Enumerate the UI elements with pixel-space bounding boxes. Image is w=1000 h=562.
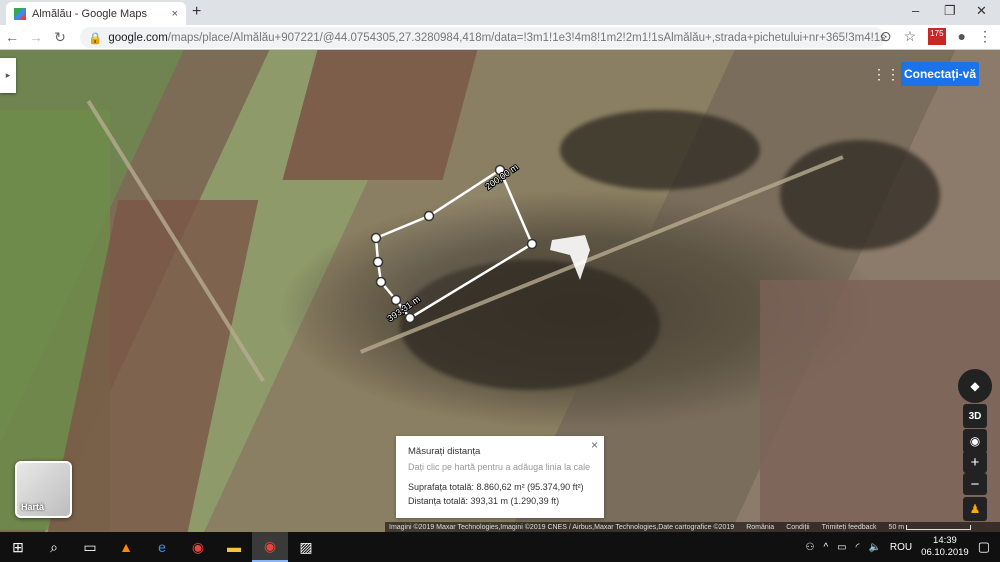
menu-icon[interactable]: ⋮ xyxy=(978,28,992,45)
new-tab-button[interactable]: + xyxy=(192,3,201,21)
bookmark-star-icon[interactable]: ☆ xyxy=(904,28,917,45)
people-icon[interactable]: ⚇ xyxy=(805,542,814,553)
location-icon[interactable]: ⊙ xyxy=(880,28,892,45)
close-icon[interactable]: × xyxy=(591,438,598,452)
lock-icon: 🔒 xyxy=(88,32,103,45)
measure-title: Măsurați distanța xyxy=(408,446,481,457)
extension-calendar-icon[interactable]: 175 xyxy=(928,28,946,45)
scale-bar xyxy=(906,524,972,530)
measure-path xyxy=(374,168,534,320)
measure-vertex[interactable] xyxy=(423,210,435,222)
windows-taskbar: ⊞ ⌕ ▭ ▲ e ◉ ▬ ◉ ▨ ⚇ ^ ▭ ◜ 🔈 ROU 14:39 06.… xyxy=(0,532,1000,562)
clock[interactable]: 14:39 06.10.2019 xyxy=(921,535,969,559)
url-bar[interactable]: 🔒 google.com/maps/place/Almălău+907221/@… xyxy=(80,27,885,48)
scale-label[interactable]: 50 m xyxy=(889,524,905,531)
back-icon[interactable]: ← xyxy=(0,29,24,45)
attribution-bar: Imagini ©2019 Maxar Technologies,Imagini… xyxy=(385,522,1000,532)
edge-icon[interactable]: e xyxy=(144,532,180,562)
imagery-credit: Imagini ©2019 Maxar Technologies,Imagini… xyxy=(389,523,735,531)
profile-icon[interactable]: ● xyxy=(958,28,966,45)
address-toolbar: ← → ↻ 🔒 google.com/maps/place/Almălău+90… xyxy=(0,25,1000,50)
3d-button[interactable]: 3D xyxy=(963,404,987,428)
windows-start-icon[interactable]: ⊞ xyxy=(0,532,36,562)
chrome-active-icon[interactable]: ◉ xyxy=(252,532,288,562)
measure-vertex[interactable] xyxy=(404,312,416,324)
measure-hint: Dați clic pe hartă pentru a adăuga linia… xyxy=(408,462,591,472)
measure-vertex[interactable] xyxy=(370,232,382,244)
maximize-button[interactable]: ❐ xyxy=(944,3,956,19)
measure-area: Suprafața totală: 8.860,62 m² (95.374,90… xyxy=(408,482,584,492)
forward-icon[interactable]: → xyxy=(24,29,48,45)
measure-distance-card: × Măsurați distanța Dați clic pe hartă p… xyxy=(396,436,604,518)
tray-chevron-icon[interactable]: ^ xyxy=(823,542,828,553)
tab-title: Almălău - Google Maps xyxy=(32,7,147,20)
terms-link[interactable]: Condiții xyxy=(786,524,809,531)
url-domain: google.com xyxy=(108,31,168,44)
measure-vertex[interactable] xyxy=(526,238,538,250)
task-view-icon[interactable]: ▭ xyxy=(72,532,108,562)
compass-icon[interactable]: ◆ xyxy=(958,369,992,403)
measure-vertex[interactable] xyxy=(390,294,402,306)
chrome-icon[interactable]: ◉ xyxy=(180,532,216,562)
map-type-toggle[interactable]: Hartă xyxy=(15,461,72,518)
url-path: /maps/place/Almălău+907221/@44.0754305,2… xyxy=(167,31,885,44)
tab-close-icon[interactable]: × xyxy=(172,8,178,20)
zoom-in-button[interactable]: + xyxy=(963,451,987,473)
volume-icon[interactable]: 🔈 xyxy=(868,542,880,553)
notifications-icon[interactable]: ▢ xyxy=(978,539,990,555)
measure-vertex[interactable] xyxy=(375,276,387,288)
measure-vertex[interactable] xyxy=(372,256,384,268)
search-icon[interactable]: ⌕ xyxy=(36,532,72,562)
zoom-out-button[interactable]: − xyxy=(963,473,987,495)
satellite-map[interactable]: 200,00 m 393,31 m ▸ ⋮⋮⋮ Conectați-vă ◆ 3… xyxy=(0,50,1000,532)
tab-google-maps[interactable]: Almălău - Google Maps × xyxy=(6,2,186,25)
my-location-icon[interactable]: ◉ xyxy=(963,429,987,453)
vlc-icon[interactable]: ▲ xyxy=(108,532,144,562)
minimize-button[interactable]: – xyxy=(912,3,919,18)
close-window-button[interactable]: ✕ xyxy=(976,3,987,19)
photos-icon[interactable]: ▨ xyxy=(288,532,324,562)
wifi-icon[interactable]: ◜ xyxy=(856,542,860,553)
country-link[interactable]: România xyxy=(746,524,774,531)
measure-distance: Distanța totală: 393,31 m (1.290,39 ft) xyxy=(408,496,560,506)
map-artifact xyxy=(550,235,590,280)
sign-in-button[interactable]: Conectați-vă xyxy=(901,62,979,86)
map-type-label: Hartă xyxy=(21,502,45,512)
file-explorer-icon[interactable]: ▬ xyxy=(216,532,252,562)
battery-icon[interactable]: ▭ xyxy=(837,542,846,553)
expand-sidebar-button[interactable]: ▸ xyxy=(0,58,16,93)
tab-bar: Almălău - Google Maps × + – ❐ ✕ xyxy=(0,0,1000,25)
date: 06.10.2019 xyxy=(921,547,969,558)
google-maps-favicon-icon xyxy=(14,7,26,20)
pegman-icon[interactable]: ♟ xyxy=(963,497,987,521)
reload-icon[interactable]: ↻ xyxy=(48,29,72,46)
language-indicator[interactable]: ROU xyxy=(890,542,912,553)
time: 14:39 xyxy=(933,535,957,546)
feedback-link[interactable]: Trimiteți feedback xyxy=(822,524,877,531)
